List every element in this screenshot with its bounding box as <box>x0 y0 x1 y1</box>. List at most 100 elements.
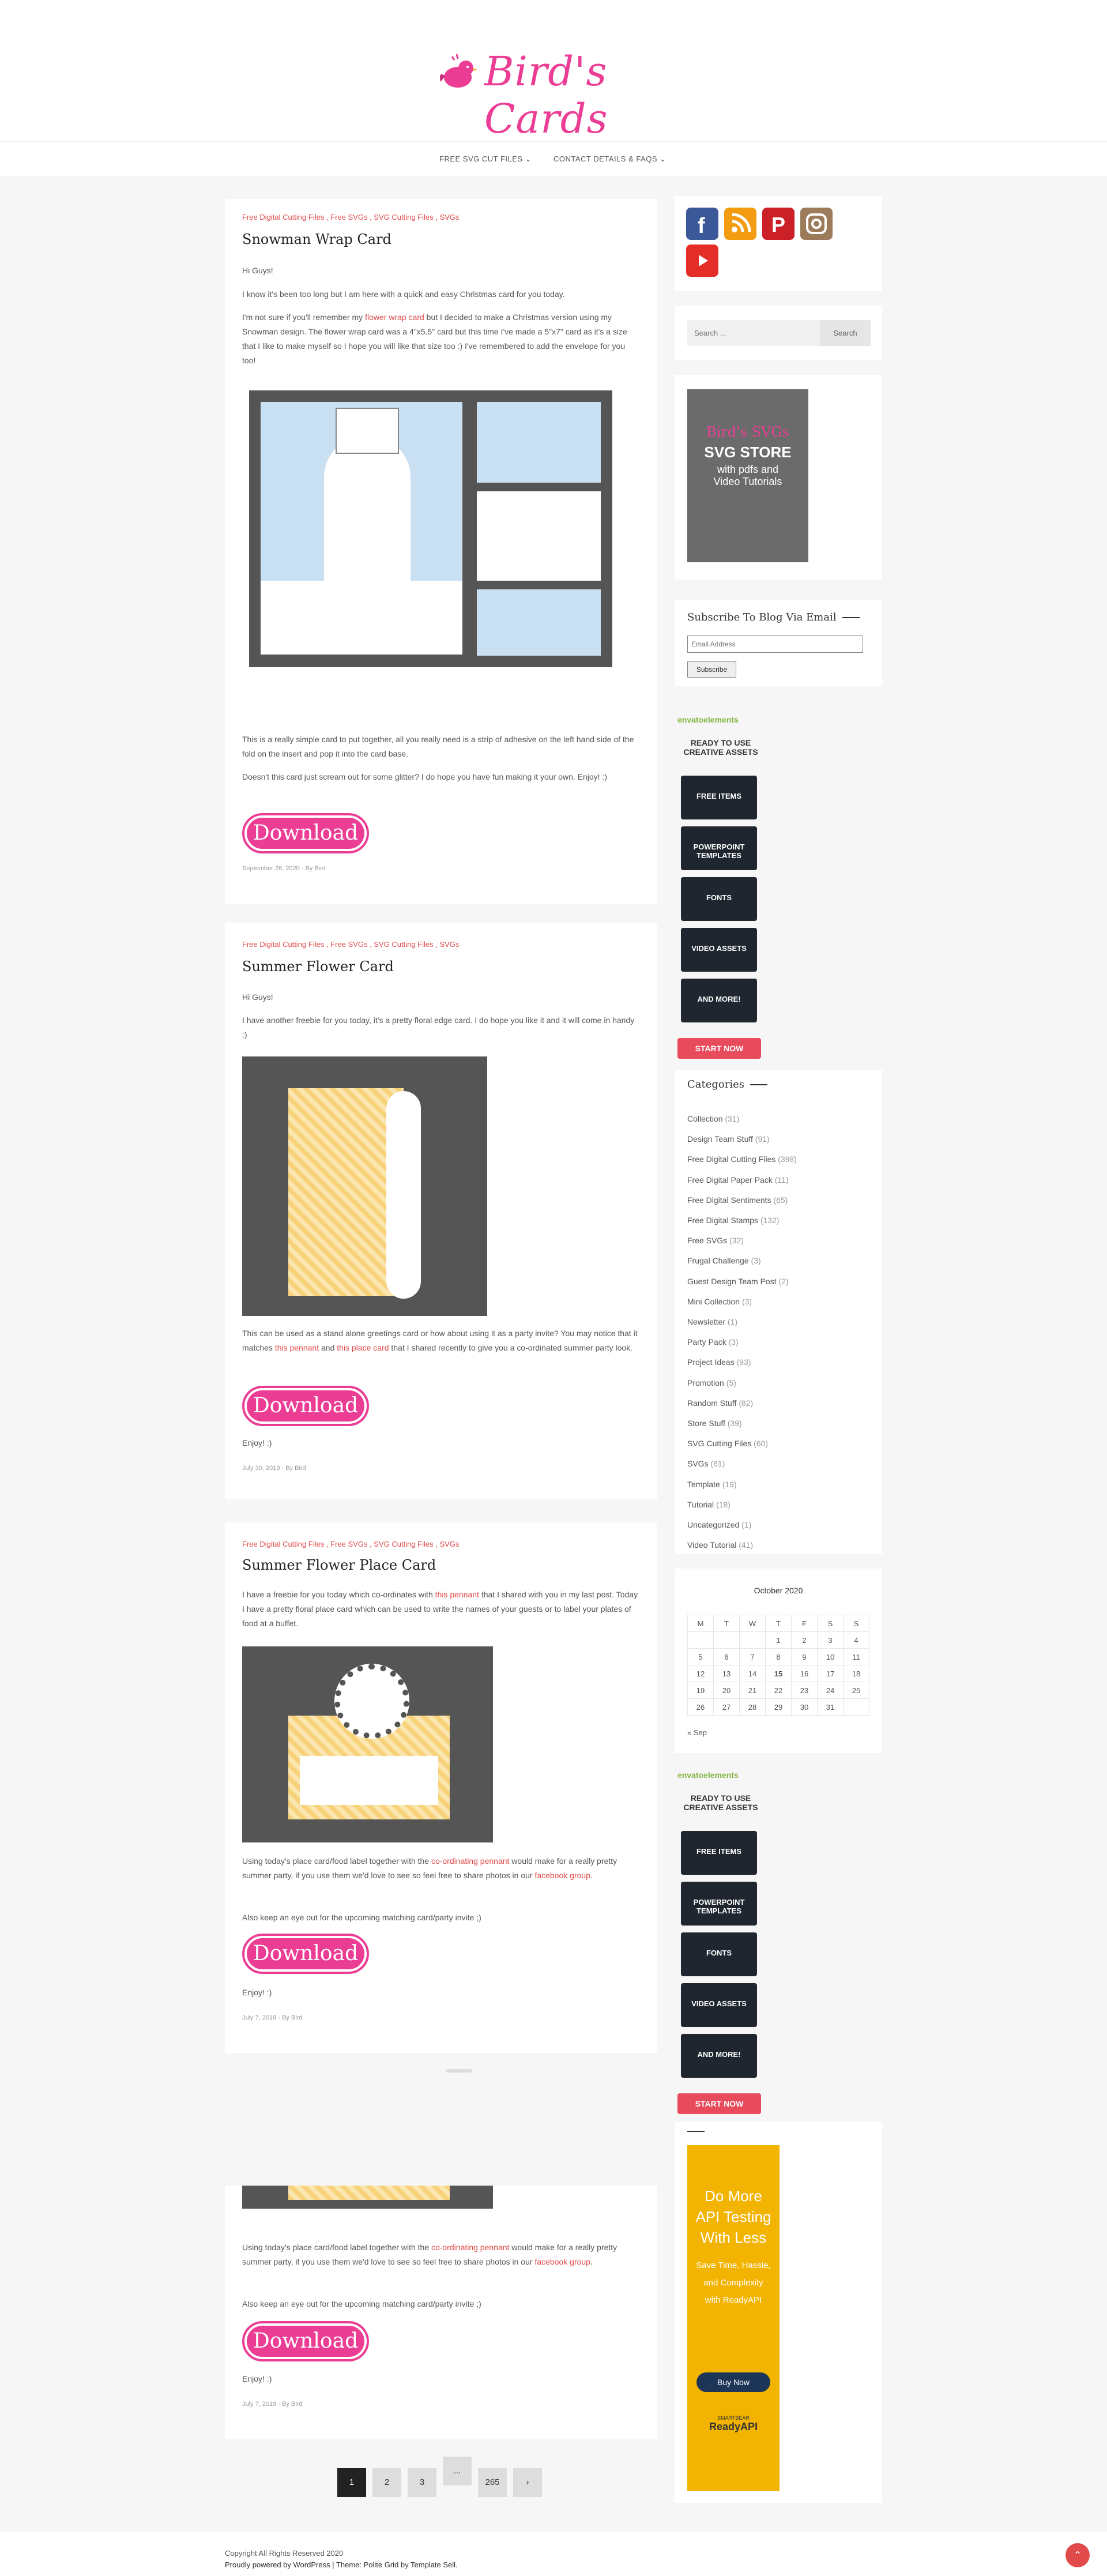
category-link[interactable]: Mini Collection (3) <box>687 1292 797 1312</box>
category-link[interactable]: Frugal Challenge (3) <box>687 1251 797 1271</box>
facebook-group-link[interactable]: facebook group <box>534 1871 590 1880</box>
calendar-date[interactable]: 27 <box>713 1698 740 1716</box>
calendar-date[interactable]: 9 <box>791 1648 818 1665</box>
category-link[interactable]: Newsletter (1) <box>687 1312 797 1332</box>
page-3[interactable]: 3 <box>408 2468 436 2497</box>
main-nav: FREE SVG CUT FILES ⌄ CONTACT DETAILS & F… <box>0 141 1107 177</box>
powered-by[interactable]: Proudly powered by WordPress | Theme: Po… <box>225 2560 458 2569</box>
calendar-date[interactable]: 30 <box>791 1698 818 1716</box>
category-link[interactable]: Promotion (5) <box>687 1373 797 1393</box>
category-link[interactable]: Free Digital Sentiments (65) <box>687 1190 797 1210</box>
category-link[interactable]: Collection (31) <box>687 1109 797 1129</box>
buy-now-button[interactable]: Buy Now <box>696 2372 770 2392</box>
calendar-date[interactable]: 11 <box>843 1648 869 1665</box>
calendar-date[interactable]: 5 <box>687 1648 714 1665</box>
youtube-icon[interactable] <box>686 245 718 277</box>
download-button[interactable]: Download <box>242 813 369 853</box>
search-input[interactable] <box>687 320 820 346</box>
calendar-date[interactable]: 4 <box>843 1631 869 1649</box>
download-button[interactable]: Download <box>242 1386 369 1426</box>
category-link[interactable]: Template (19) <box>687 1475 797 1495</box>
category-link[interactable]: Guest Design Team Post (2) <box>687 1272 797 1292</box>
calendar-date[interactable]: 28 <box>739 1698 766 1716</box>
page-2[interactable]: 2 <box>372 2468 401 2497</box>
calendar-date[interactable]: 16 <box>791 1665 818 1682</box>
category-link[interactable]: SVGs (61) <box>687 1454 797 1474</box>
post-paragraph: This can be used as a stand alone greeti… <box>242 1329 638 1352</box>
envato-ad[interactable]: envatoelements READY TO USE CREATIVE ASS… <box>677 1770 764 2116</box>
nav-svg-cut-files[interactable]: FREE SVG CUT FILES ⌄ <box>439 155 532 164</box>
back-to-top-button[interactable]: ⌃ <box>1065 2543 1090 2567</box>
post-title[interactable]: Snowman Wrap Card <box>242 231 391 247</box>
place-card-link[interactable]: this place card <box>337 1343 389 1352</box>
calendar-date[interactable]: 1 <box>765 1631 792 1649</box>
category-link[interactable]: Project Ideas (93) <box>687 1352 797 1372</box>
category-link[interactable]: Uncategorized (1) <box>687 1515 797 1535</box>
calendar-date[interactable]: 29 <box>765 1698 792 1716</box>
download-button[interactable]: Download <box>242 1934 369 1974</box>
coordinating-pennant-link[interactable]: co-ordinating pennant <box>431 1856 509 1866</box>
category-link[interactable]: Free Digital Stamps (132) <box>687 1210 797 1231</box>
facebook-icon[interactable]: f <box>686 208 718 240</box>
calendar-date[interactable]: 15 <box>765 1665 792 1682</box>
search-button[interactable]: Search <box>820 320 871 346</box>
flower-wrap-link[interactable]: flower wrap card <box>365 313 424 322</box>
calendar-date[interactable]: 25 <box>843 1682 869 1699</box>
post-title[interactable]: Summer Flower Card <box>242 958 394 975</box>
pennant-link[interactable]: this pennant <box>435 1590 479 1599</box>
category-link[interactable]: Free SVGs (32) <box>687 1231 797 1251</box>
envato-ad[interactable]: envatoelements READY TO USE CREATIVE ASS… <box>677 715 764 1061</box>
calendar-date[interactable]: 14 <box>739 1665 766 1682</box>
calendar-date[interactable]: 23 <box>791 1682 818 1699</box>
category-link[interactable]: Video Tutorial (41) <box>687 1535 797 1555</box>
category-link[interactable]: Tutorial (18) <box>687 1495 797 1515</box>
facebook-group-link[interactable]: facebook group <box>534 2257 590 2266</box>
readyapi-ad[interactable]: Do More API Testing With Less Save Time,… <box>687 2145 780 2491</box>
pinterest-icon[interactable]: P <box>762 208 795 240</box>
page-last[interactable]: 265 <box>478 2468 507 2497</box>
category-link[interactable]: Party Pack (3) <box>687 1332 797 1352</box>
calendar-date[interactable]: 19 <box>687 1682 714 1699</box>
calendar-date[interactable]: 13 <box>713 1665 740 1682</box>
rss-icon[interactable] <box>724 208 756 240</box>
calendar-date[interactable]: 6 <box>713 1648 740 1665</box>
calendar-date[interactable]: 3 <box>817 1631 844 1649</box>
page-1[interactable]: 1 <box>337 2468 366 2497</box>
email-field[interactable] <box>687 635 863 653</box>
calendar-date[interactable]: 24 <box>817 1682 844 1699</box>
category-link[interactable]: Random Stuff (82) <box>687 1393 797 1413</box>
calendar-date[interactable]: 26 <box>687 1698 714 1716</box>
start-now-button[interactable]: START NOW <box>677 2093 761 2114</box>
pennant-link[interactable]: this pennant <box>275 1343 319 1352</box>
calendar-date[interactable]: 10 <box>817 1648 844 1665</box>
instagram-icon[interactable] <box>800 208 833 240</box>
category-link[interactable]: Design Team Stuff (91) <box>687 1129 797 1149</box>
post-categories[interactable]: Free Digital Cutting Files , Free SVGs ,… <box>242 1540 459 1548</box>
download-button[interactable]: Download <box>242 2321 369 2361</box>
calendar-date[interactable]: 31 <box>817 1698 844 1716</box>
calendar-date[interactable]: 22 <box>765 1682 792 1699</box>
post-categories[interactable]: Free Digital Cutting Files , Free SVGs ,… <box>242 940 459 949</box>
category-link[interactable]: Store Stuff (39) <box>687 1413 797 1434</box>
category-link[interactable]: Free Digital Cutting Files (398) <box>687 1149 797 1169</box>
start-now-button[interactable]: START NOW <box>677 1038 761 1059</box>
post-categories[interactable]: Free Digital Cutting Files , Free SVGs ,… <box>242 213 459 221</box>
calendar-date[interactable]: 12 <box>687 1665 714 1682</box>
subscribe-button[interactable]: Subscribe <box>687 661 736 678</box>
calendar-date[interactable]: 20 <box>713 1682 740 1699</box>
category-link[interactable]: SVG Cutting Files (60) <box>687 1434 797 1454</box>
calendar-date[interactable]: 21 <box>739 1682 766 1699</box>
coordinating-pennant-link[interactable]: co-ordinating pennant <box>431 2243 509 2252</box>
calendar-date[interactable]: 8 <box>765 1648 792 1665</box>
calendar-date[interactable]: 17 <box>817 1665 844 1682</box>
post-title[interactable]: Summer Flower Place Card <box>242 1557 436 1573</box>
site-logo[interactable]: Bird's Cards <box>427 28 680 142</box>
calendar-prev-link[interactable]: « Sep <box>687 1728 707 1737</box>
calendar-date[interactable]: 2 <box>791 1631 818 1649</box>
calendar-date[interactable]: 7 <box>739 1648 766 1665</box>
calendar-date[interactable]: 18 <box>843 1665 869 1682</box>
nav-contact[interactable]: CONTACT DETAILS & FAQS ⌄ <box>554 155 667 164</box>
category-link[interactable]: Free Digital Paper Pack (11) <box>687 1170 797 1190</box>
page-next[interactable]: › <box>513 2468 542 2497</box>
store-banner[interactable]: Bird's SVGs SVG STORE with pdfs and Vide… <box>687 389 808 562</box>
